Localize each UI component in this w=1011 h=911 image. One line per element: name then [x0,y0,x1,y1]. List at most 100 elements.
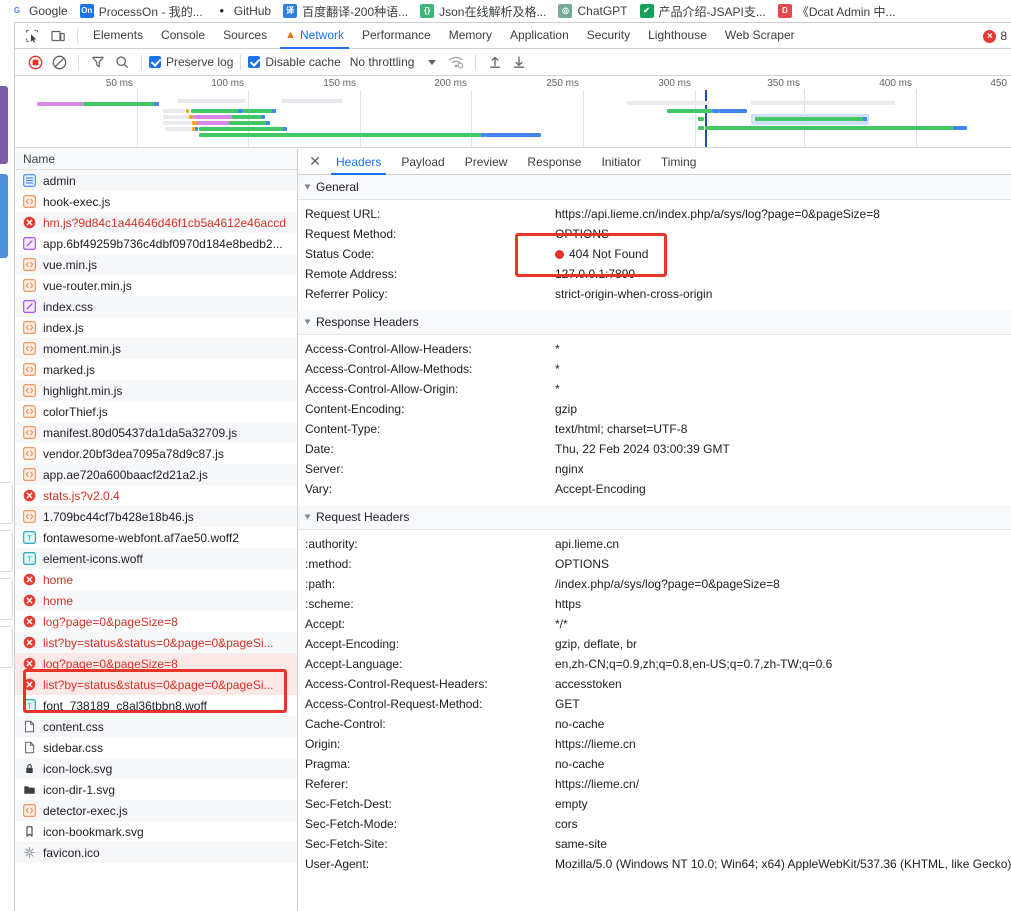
request-row[interactable]: colorThief.js [15,401,297,422]
clear-network-log-icon[interactable] [47,51,71,73]
request-row[interactable]: sidebar.css [15,737,297,758]
chevron-down-icon [304,184,311,190]
export-har-icon[interactable] [507,51,531,73]
bookmark-item[interactable]: On ProcessOn - 我的... [74,1,209,22]
request-row[interactable]: hm.js?9d84c1a44646d46f1cb5a4612e46accd [15,212,297,233]
general-section-header[interactable]: General [298,175,1011,200]
request-list[interactable]: Name admin hook-exec.js hm.js?9d84c1a44646… [15,149,298,911]
request-row[interactable]: log?page=0&pageSize=8 [15,653,297,674]
request-row[interactable]: Tfont_738189_c8al36tbbn8.woff [15,695,297,716]
inspect-element-icon[interactable] [19,25,45,47]
detail-tab-payload[interactable]: Payload [391,149,454,175]
request-row[interactable]: detector-exec.js [15,800,297,821]
tab-performance[interactable]: Performance [353,23,440,49]
response-headers-header[interactable]: Response Headers [298,310,1011,335]
request-row[interactable]: 1.709bc44cf7b428e18b46.js [15,506,297,527]
detail-tab-timing[interactable]: Timing [651,149,707,175]
timeline-gridline [137,90,138,147]
network-overview-timeline[interactable]: 50 ms 100 ms 150 ms 200 ms 250 ms 300 ms 350 m… [15,76,1011,148]
detail-tab-response[interactable]: Response [517,149,591,175]
request-row[interactable]: favicon.ico [15,842,297,863]
tab-console[interactable]: Console [152,23,214,49]
request-row[interactable]: hook-exec.js [15,191,297,212]
request-row[interactable]: manifest.80d05437da1da5a32709.js [15,422,297,443]
header-key: Request Method: [305,227,397,241]
request-row[interactable]: icon-lock.svg [15,758,297,779]
timeline-gridline [583,90,584,147]
devtools-panel-tabbar: Elements Console Sources ▲ Network Performanc… [15,23,1011,49]
request-row[interactable]: list?by=status&status=0&page=0&pageSi... [15,632,297,653]
tab-sources[interactable]: Sources [214,23,276,49]
request-row[interactable]: vue.min.js [15,254,297,275]
network-conditions-icon[interactable] [444,51,468,73]
import-har-icon[interactable] [483,51,507,73]
request-row[interactable]: moment.min.js [15,338,297,359]
request-row[interactable]: app.ae720a600baacf2d21a2.js [15,464,297,485]
timeline-request-bar [186,109,189,113]
checkbox-checked-icon [248,56,261,68]
preserve-log-checkbox[interactable]: Preserve log [149,55,233,69]
header-key: Content-Type: [305,422,381,436]
script-resource-icon [23,342,36,355]
request-row[interactable]: stats.js?v2.0.4 [15,485,297,506]
font-resource-icon: T [23,699,36,712]
tab-elements[interactable]: Elements [84,23,152,49]
bookmark-item[interactable]: G Google [4,2,74,20]
detail-tab-preview[interactable]: Preview [455,149,518,175]
tab-network[interactable]: ▲ Network [276,23,353,49]
detail-tab-headers[interactable]: Headers [326,149,391,175]
request-row[interactable]: app.6bf49259b736c4dbf0970d184e8bedb2... [15,233,297,254]
header-value: gzip [555,402,578,416]
file-resource-icon [23,741,36,754]
request-row[interactable]: index.js [15,317,297,338]
throttling-select[interactable]: No throttling [350,55,437,69]
bookmark-item[interactable]: ◎ ChatGPT [552,2,633,20]
request-row[interactable]: admin [15,170,297,191]
request-row[interactable]: home [15,569,297,590]
bookmark-item[interactable]: {} Json在线解析及格... [414,1,552,22]
request-row[interactable]: log?page=0&pageSize=8 [15,611,297,632]
close-icon[interactable]: ✕ [304,151,326,173]
request-row[interactable]: content.css [15,716,297,737]
request-row[interactable]: home [15,590,297,611]
tab-lighthouse[interactable]: Lighthouse [639,23,716,49]
request-headers-header[interactable]: Request Headers [298,505,1011,530]
tab-memory[interactable]: Memory [440,23,501,49]
disable-cache-checkbox[interactable]: Disable cache [248,55,341,69]
request-row[interactable]: marked.js [15,359,297,380]
request-row[interactable]: Telement-icons.woff [15,548,297,569]
detail-tab-initiator[interactable]: Initiator [591,149,650,175]
search-icon[interactable] [110,51,134,73]
bookmark-item[interactable]: ● GitHub [209,2,277,20]
device-toolbar-icon[interactable] [45,25,71,47]
filter-icon[interactable] [86,51,110,73]
network-main-split: Name admin hook-exec.js hm.js?9d84c1a44646… [15,149,1011,911]
request-name: content.css [43,719,104,734]
page-content-strip [0,482,13,524]
request-row[interactable]: vue-router.min.js [15,275,297,296]
bookmark-item[interactable]: ✔ 产品介绍-JSAPI支... [634,1,772,22]
record-stop-icon[interactable] [23,51,47,73]
request-row[interactable]: highlight.min.js [15,380,297,401]
tab-application[interactable]: Application [501,23,578,49]
timeline-request-bar [698,126,704,130]
header-row: Access-Control-Request-Headers: accesstok… [298,674,1011,694]
header-value: https [555,597,582,611]
error-count-indicator[interactable]: × 8 [983,23,1007,49]
tab-web-scraper[interactable]: Web Scraper [716,23,804,49]
timeline-request-bar [893,126,953,130]
response-header-rows: Access-Control-Allow-Headers: * Access-Con… [298,335,1011,499]
bookmark-item[interactable]: 译百度翻译-200种语... [277,1,414,22]
request-row[interactable]: icon-dir-1.svg [15,779,297,800]
bookmark-item[interactable]: D 《Dcat Admin 中... [772,1,902,22]
request-row[interactable]: index.css [15,296,297,317]
request-row[interactable]: Tfontawesome-webfont.af7ae50.woff2 [15,527,297,548]
svg-text:T: T [27,703,32,710]
request-row[interactable]: icon-bookmark.svg [15,821,297,842]
header-value: GET [555,697,580,711]
header-row: Request URL: https://api.lieme.cn/index.p… [298,204,1011,224]
timeline-request-bar [953,126,967,130]
request-row[interactable]: list?by=status&status=0&page=0&pageSi... [15,674,297,695]
tab-security[interactable]: Security [578,23,639,49]
request-row[interactable]: vendor.20bf3dea7095a78d9c87.js [15,443,297,464]
